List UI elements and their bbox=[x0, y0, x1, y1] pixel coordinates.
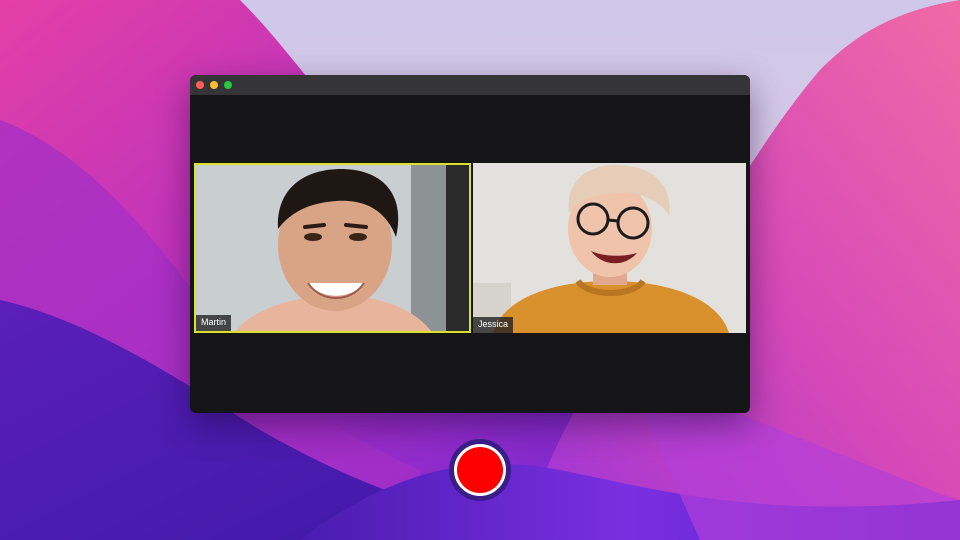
participant-tile-martin[interactable]: Martin bbox=[194, 163, 471, 333]
participant-tile-jessica[interactable]: Jessica bbox=[473, 163, 746, 333]
record-icon bbox=[457, 447, 503, 493]
maximize-window-icon[interactable] bbox=[224, 81, 232, 89]
record-button[interactable] bbox=[449, 439, 511, 501]
martin-video-feed bbox=[196, 165, 469, 331]
desktop: Martin Jessica bbox=[0, 0, 960, 540]
participant-name-jessica: Jessica bbox=[473, 317, 514, 333]
video-call-window: Martin Jessica bbox=[190, 75, 750, 413]
window-titlebar[interactable] bbox=[190, 75, 750, 95]
participant-name-martin: Martin bbox=[196, 315, 232, 331]
minimize-window-icon[interactable] bbox=[210, 81, 218, 89]
jessica-video-feed bbox=[473, 163, 746, 333]
close-window-icon[interactable] bbox=[196, 81, 204, 89]
